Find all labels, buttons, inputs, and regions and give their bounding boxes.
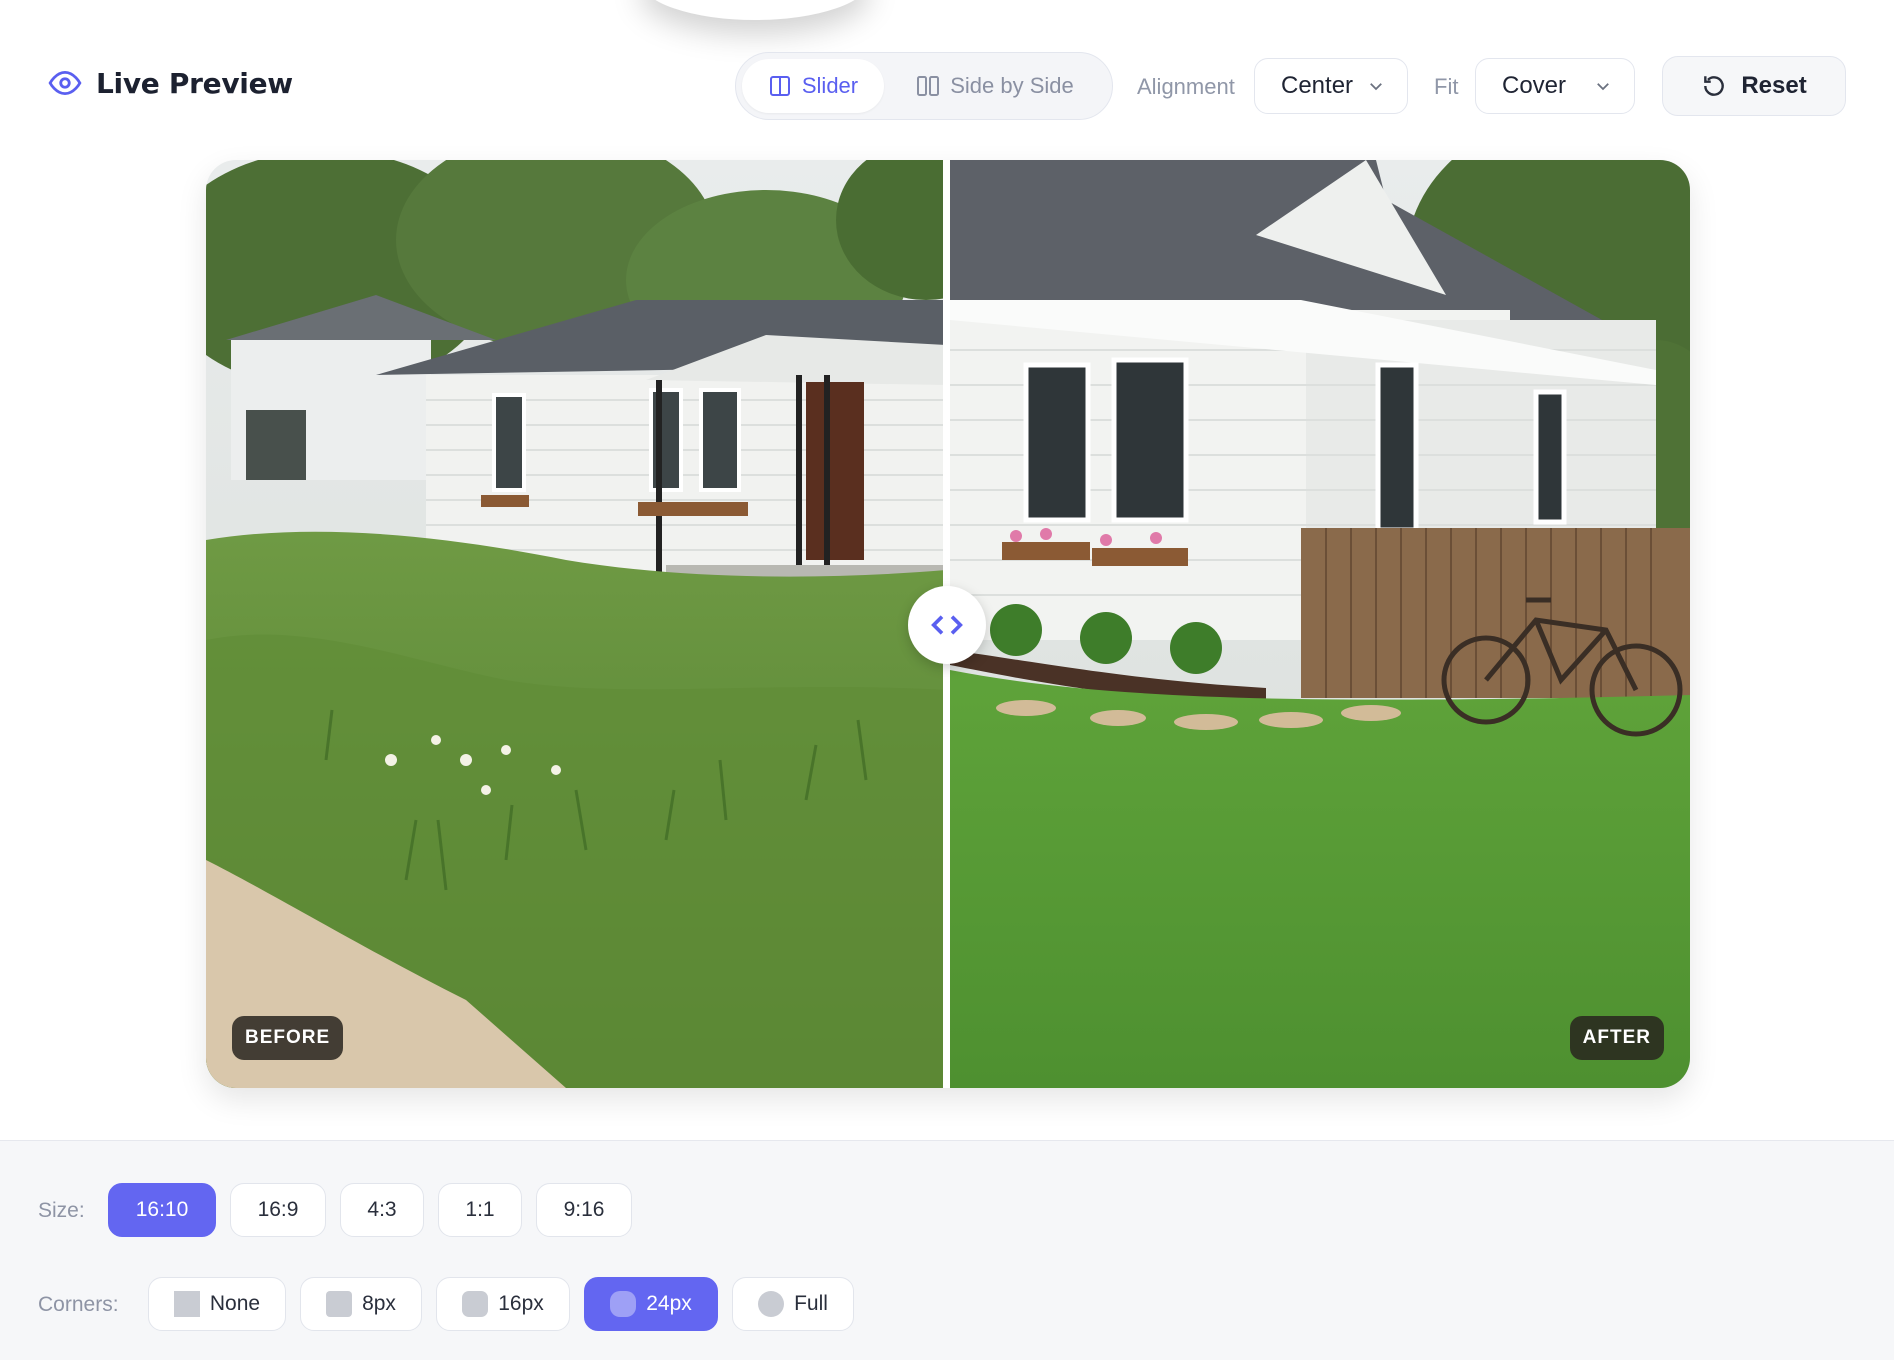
comparison-preview[interactable]: BEFORE AFTER xyxy=(206,160,1690,1088)
alignment-label: Alignment xyxy=(1137,74,1235,99)
corner-option-label: 8px xyxy=(362,1292,396,1315)
size-option-4-3[interactable]: 4:3 xyxy=(340,1183,424,1237)
toolbar: Live Preview Slider Side by Side Alignme… xyxy=(0,0,1894,160)
fit-label: Fit xyxy=(1434,74,1459,99)
chevron-down-icon xyxy=(1370,83,1382,91)
size-label: Size: xyxy=(38,1199,85,1222)
corner-option-label: None xyxy=(209,1292,261,1315)
after-label: AFTER xyxy=(1569,1016,1664,1060)
fit-value: Cover xyxy=(1502,72,1567,99)
chevron-left-right-icon xyxy=(931,615,963,635)
size-option-16-9[interactable]: 16:9 xyxy=(230,1183,326,1237)
eye-icon xyxy=(48,70,82,96)
options-panel: Size: 16:10 16:9 4:3 1:1 9:16 Corners: N… xyxy=(0,1140,1894,1360)
corner-option-label: 16px xyxy=(498,1292,544,1315)
alignment-value: Center xyxy=(1281,72,1354,99)
side-by-side-mode-button[interactable]: Side by Side xyxy=(890,59,1100,113)
size-option-1-1[interactable]: 1:1 xyxy=(438,1183,522,1237)
slider-handle[interactable] xyxy=(908,586,986,664)
corner-24px-swatch xyxy=(610,1291,637,1317)
side-by-side-icon xyxy=(917,76,940,96)
size-option-label: 4:3 xyxy=(367,1198,397,1221)
before-label: BEFORE xyxy=(232,1016,344,1060)
after-image xyxy=(946,160,1690,1088)
reset-button[interactable]: Reset xyxy=(1662,56,1846,116)
size-option-16-10[interactable]: 16:10 xyxy=(108,1183,216,1237)
corner-option-16px[interactable]: 16px xyxy=(436,1277,570,1331)
corner-16px-swatch xyxy=(462,1291,489,1317)
corner-option-none[interactable]: None xyxy=(148,1277,286,1331)
title-group: Live Preview xyxy=(48,66,293,100)
slider-mode-label: Slider xyxy=(801,73,859,98)
corner-option-24px[interactable]: 24px xyxy=(584,1277,718,1331)
size-option-label: 16:10 xyxy=(135,1198,189,1221)
corner-option-full[interactable]: Full xyxy=(732,1277,854,1331)
side-by-side-mode-label: Side by Side xyxy=(950,73,1074,98)
corner-full-swatch xyxy=(758,1291,785,1317)
view-mode-toggle: Slider Side by Side xyxy=(735,52,1113,120)
chevron-down-icon xyxy=(1597,83,1609,91)
reset-label: Reset xyxy=(1741,72,1807,99)
corner-8px-swatch xyxy=(326,1291,353,1317)
corners-label: Corners: xyxy=(38,1293,119,1316)
size-option-label: 1:1 xyxy=(465,1198,495,1221)
corner-none-swatch xyxy=(173,1291,200,1317)
before-image xyxy=(206,160,1016,1088)
alignment-select[interactable]: Center xyxy=(1254,58,1408,114)
page-title: Live Preview xyxy=(96,66,293,100)
columns-icon xyxy=(769,76,790,96)
size-option-label: 16:9 xyxy=(257,1198,299,1221)
size-option-9-16[interactable]: 9:16 xyxy=(536,1183,632,1237)
corner-option-label: Full xyxy=(794,1292,828,1315)
fit-select[interactable]: Cover xyxy=(1475,58,1635,114)
corner-option-label: 24px xyxy=(646,1292,692,1315)
reset-icon xyxy=(1704,76,1725,96)
slider-mode-button[interactable]: Slider xyxy=(742,59,884,113)
size-option-label: 9:16 xyxy=(563,1198,605,1221)
corner-option-8px[interactable]: 8px xyxy=(300,1277,422,1331)
